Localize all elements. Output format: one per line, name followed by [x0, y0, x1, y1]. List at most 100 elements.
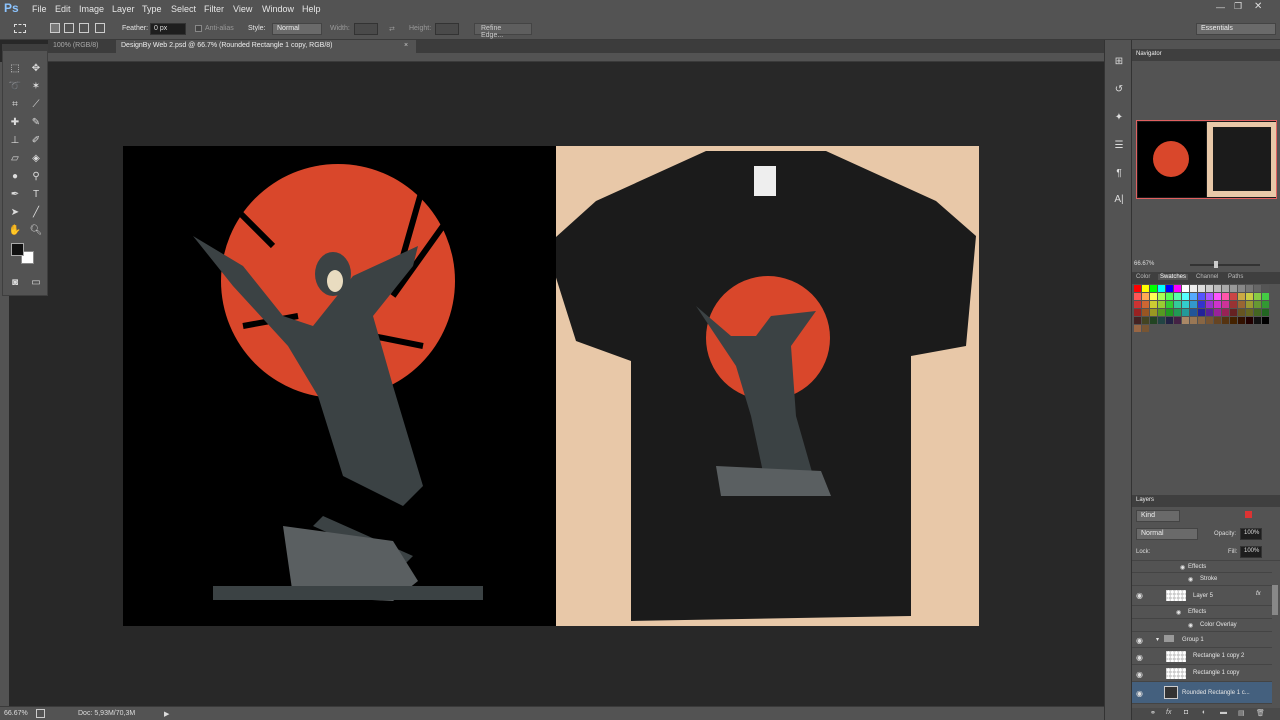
swatch[interactable]: [1214, 293, 1221, 300]
swatch[interactable]: [1158, 285, 1165, 292]
type-tool-icon[interactable]: T: [27, 187, 45, 203]
tab-doc-2[interactable]: DesignBy Web 2.psd @ 66.7% (Rounded Rect…: [116, 40, 416, 53]
layer-row-group1[interactable]: ◉ ▾ Group 1: [1132, 632, 1272, 648]
swatch[interactable]: [1214, 317, 1221, 324]
tab-doc-1[interactable]: 100% (RGB/8): [48, 40, 115, 53]
swatch[interactable]: [1254, 309, 1261, 316]
swatch[interactable]: [1142, 293, 1149, 300]
visibility-eye-icon[interactable]: ◉: [1136, 689, 1143, 698]
swatch[interactable]: [1174, 293, 1181, 300]
restore-icon[interactable]: ❐: [1234, 1, 1242, 12]
feather-input[interactable]: 0 px: [150, 23, 186, 35]
visibility-eye-icon[interactable]: ◉: [1136, 591, 1143, 600]
swatch[interactable]: [1246, 293, 1253, 300]
status-export-icon[interactable]: [36, 709, 45, 718]
dodge-tool-icon[interactable]: ⚲: [27, 169, 45, 185]
new-group-icon[interactable]: ▬: [1220, 709, 1227, 716]
menu-file[interactable]: File: [32, 4, 47, 14]
swatch[interactable]: [1238, 285, 1245, 292]
blur-tool-icon[interactable]: ●: [6, 169, 24, 185]
swatch[interactable]: [1142, 301, 1149, 308]
swatch[interactable]: [1198, 309, 1205, 316]
swatch[interactable]: [1222, 293, 1229, 300]
menu-window[interactable]: Window: [262, 4, 294, 14]
swatch[interactable]: [1134, 325, 1141, 332]
swatch[interactable]: [1254, 301, 1261, 308]
adjustment-layer-icon[interactable]: ◐: [1202, 709, 1206, 716]
swatch[interactable]: [1190, 293, 1197, 300]
marquee-tool-icon[interactable]: ⬚: [6, 61, 24, 77]
swatch[interactable]: [1246, 309, 1253, 316]
swatch[interactable]: [1150, 293, 1157, 300]
swatch[interactable]: [1230, 293, 1237, 300]
swatch[interactable]: [1230, 285, 1237, 292]
swatch[interactable]: [1222, 301, 1229, 308]
swatch[interactable]: [1214, 285, 1221, 292]
swatch[interactable]: [1182, 317, 1189, 324]
layers-scrollbar[interactable]: [1272, 585, 1278, 615]
swatch[interactable]: [1158, 301, 1165, 308]
fill-input[interactable]: 100%: [1240, 546, 1262, 558]
layer-row-color-overlay[interactable]: ◉ Color Overlay: [1132, 619, 1272, 632]
eyedropper-icon[interactable]: ⟋: [27, 97, 45, 113]
swatch[interactable]: [1262, 309, 1269, 316]
navigator-slider-thumb[interactable]: [1214, 261, 1218, 268]
workspace-select[interactable]: Essentials: [1196, 23, 1276, 35]
swatch[interactable]: [1166, 301, 1173, 308]
history-brush-icon[interactable]: ✐: [27, 133, 45, 149]
fx-icon[interactable]: fx: [1256, 591, 1261, 597]
add-mask-icon[interactable]: ◘: [1184, 709, 1188, 716]
swatch[interactable]: [1166, 285, 1173, 292]
line-tool-icon[interactable]: ╱: [27, 205, 45, 221]
swatch[interactable]: [1254, 317, 1261, 324]
add-selection-icon[interactable]: [64, 23, 74, 33]
tab-channel[interactable]: Channel: [1196, 274, 1218, 280]
swatch[interactable]: [1230, 317, 1237, 324]
actions-panel-icon[interactable]: ↺: [1110, 84, 1128, 98]
menu-view[interactable]: View: [233, 4, 252, 14]
navigator-zoom[interactable]: 66.67%: [1134, 261, 1154, 267]
menu-edit[interactable]: Edit: [55, 4, 71, 14]
opacity-input[interactable]: 100%: [1240, 528, 1262, 540]
swatch[interactable]: [1206, 293, 1213, 300]
tab-close-icon[interactable]: ×: [404, 42, 408, 49]
layer-row-effects[interactable]: ◉ Effects: [1132, 561, 1272, 573]
delete-layer-icon[interactable]: 🗑︎: [1256, 709, 1265, 717]
swatch[interactable]: [1174, 309, 1181, 316]
swatch[interactable]: [1150, 301, 1157, 308]
swatch[interactable]: [1206, 285, 1213, 292]
layer-row-rect-copy[interactable]: ◉ Rectangle 1 copy: [1132, 665, 1272, 682]
swatch[interactable]: [1198, 285, 1205, 292]
layer-row-effects-2[interactable]: ◉ Effects: [1132, 606, 1272, 619]
chevron-down-icon[interactable]: ▾: [1156, 636, 1159, 643]
effect-eye-icon[interactable]: ◉: [1188, 576, 1193, 583]
swatch[interactable]: [1158, 309, 1165, 316]
swatch[interactable]: [1190, 285, 1197, 292]
navigator-zoom-slider[interactable]: [1190, 264, 1260, 266]
status-arrow-icon[interactable]: ▶: [164, 710, 169, 718]
swatch[interactable]: [1134, 285, 1141, 292]
refine-edge-button[interactable]: Refine Edge...: [474, 23, 532, 39]
tab-color[interactable]: Color: [1136, 274, 1150, 280]
brush-panel-icon[interactable]: ✦: [1110, 112, 1128, 126]
tab-swatches[interactable]: Swatches: [1158, 274, 1189, 280]
move-tool-icon[interactable]: ✥: [27, 61, 45, 77]
menu-filter[interactable]: Filter: [204, 4, 224, 14]
swatch[interactable]: [1262, 293, 1269, 300]
screen-mode-icon[interactable]: ▭: [27, 275, 45, 291]
layer-row-layer5[interactable]: ◉ Layer 5 fx: [1132, 586, 1272, 606]
filter-toggle-icon[interactable]: [1245, 511, 1252, 518]
add-style-icon[interactable]: fx: [1166, 709, 1171, 716]
close-icon[interactable]: ✕: [1254, 1, 1262, 12]
swatch[interactable]: [1166, 317, 1173, 324]
swatch[interactable]: [1134, 293, 1141, 300]
tab-paths[interactable]: Paths: [1228, 274, 1243, 280]
layers-title[interactable]: Layers: [1136, 497, 1154, 503]
swatch[interactable]: [1190, 309, 1197, 316]
swatch[interactable]: [1214, 301, 1221, 308]
swatch[interactable]: [1190, 317, 1197, 324]
swatch[interactable]: [1150, 309, 1157, 316]
history-panel-icon[interactable]: ⊞: [1110, 56, 1128, 70]
swatch[interactable]: [1158, 293, 1165, 300]
swatch[interactable]: [1158, 317, 1165, 324]
